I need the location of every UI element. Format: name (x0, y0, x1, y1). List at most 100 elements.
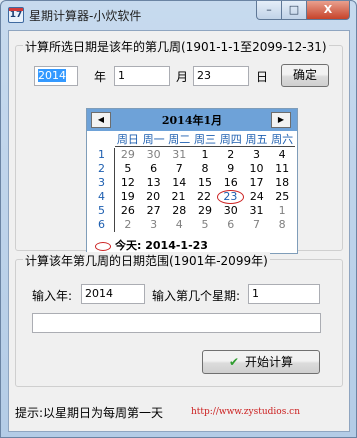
calendar-day[interactable]: 12 (115, 176, 141, 190)
weekday-label: 周一 (142, 133, 165, 146)
confirm-button[interactable]: 确定 (281, 64, 329, 87)
calendar-day[interactable]: 24 (244, 190, 269, 204)
start-calculate-button[interactable]: ✔ 开始计算 (202, 350, 320, 374)
month-label: 月 (176, 70, 189, 84)
week-number: 4 (98, 190, 105, 203)
weekday-label: 周三 (194, 133, 217, 146)
calendar-day[interactable]: 5 (192, 218, 218, 232)
calendar-week-row: 12 13 14 15 16 17 18 (115, 176, 295, 190)
checkmark-icon: ✔ (228, 355, 240, 369)
week-number: 1 (98, 148, 105, 161)
week-number: 2 (98, 162, 105, 175)
week-number: 6 (98, 218, 105, 231)
calendar-icon: 17 (8, 7, 24, 23)
week-range-legend: 计算该年第几周的日期范围(1901年-2099年) (23, 252, 270, 269)
calendar-day-grid: 29 30 31 1 2 3 4 5 6 7 8 9 10 11 12 13 1… (115, 148, 295, 232)
calendar-week-row: 5 6 7 8 9 10 11 (115, 162, 295, 176)
title-bar[interactable]: 17 星期计算器-小炊软件 – □ X (1, 1, 356, 29)
week-of-date-group: 计算所选日期是该年的第几周(1901-1-1至2099-12-31) 2014 … (15, 38, 343, 254)
calendar-month-title[interactable]: 2014年1月 (127, 112, 257, 128)
calendar-day[interactable]: 3 (141, 218, 167, 232)
week-number: 3 (98, 176, 105, 189)
input-week-label: 输入第几个星期: (152, 289, 241, 303)
calendar-week-row: 2 3 4 5 6 7 8 (115, 218, 295, 232)
calendar-day[interactable]: 2 (218, 148, 244, 162)
day-label: 日 (256, 70, 269, 84)
calendar-day[interactable]: 4 (269, 148, 295, 162)
week-number-column: 1 2 3 4 5 6 (89, 148, 115, 232)
calendar-day[interactable]: 30 (141, 148, 167, 162)
day-input[interactable]: 23 (193, 66, 249, 86)
calendar-day[interactable]: 28 (166, 204, 192, 218)
calendar-day[interactable]: 30 (218, 204, 244, 218)
weekday-header-row: 周日 周一 周二 周三 周四 周五 周六 (115, 133, 295, 147)
calendar-day-selected[interactable]: 23 (216, 190, 245, 204)
calendar-day[interactable]: 22 (191, 190, 216, 204)
calendar-day[interactable]: 19 (115, 190, 140, 204)
calendar-day[interactable]: 10 (244, 162, 270, 176)
start-calculate-label: 开始计算 (245, 355, 294, 369)
calendar-week-row: 26 27 28 29 30 31 1 (115, 204, 295, 218)
week-number-input[interactable]: 1 (248, 284, 320, 304)
year-label: 年 (94, 70, 107, 84)
calendar-day[interactable]: 31 (244, 204, 270, 218)
weekday-label: 周六 (271, 133, 294, 146)
website-link[interactable]: http://www.zystudios.cn (191, 407, 300, 417)
weekday-label: 周日 (116, 133, 139, 146)
calendar-day[interactable]: 20 (140, 190, 165, 204)
month-calendar[interactable]: ◀ 2014年1月 ▶ 周日 周一 周二 周三 周四 周五 周六 1 2 3 4… (86, 108, 298, 254)
maximize-button[interactable]: □ (282, 1, 307, 20)
calendar-day[interactable]: 6 (141, 162, 167, 176)
calendar-day[interactable]: 5 (115, 162, 141, 176)
calendar-header: ◀ 2014年1月 ▶ (87, 109, 297, 131)
calendar-day[interactable]: 16 (218, 176, 244, 190)
hint-text: 提示:以星期日为每周第一天 (15, 406, 164, 420)
calendar-day[interactable]: 8 (269, 218, 295, 232)
calendar-day[interactable]: 11 (269, 162, 295, 176)
calendar-day[interactable]: 29 (115, 148, 141, 162)
result-field[interactable] (32, 313, 321, 333)
calendar-today-link[interactable]: 今天: 2014-1-23 (95, 237, 208, 253)
week-range-group: 计算该年第几周的日期范围(1901年-2099年) 输入年: 2014 输入第几… (15, 252, 343, 387)
calendar-day[interactable]: 8 (192, 162, 218, 176)
close-button[interactable]: X (307, 1, 350, 20)
minimize-button[interactable]: – (256, 1, 282, 20)
today-circle-icon (95, 241, 111, 251)
calendar-week-row: 29 30 31 1 2 3 4 (115, 148, 295, 162)
next-month-icon[interactable]: ▶ (271, 112, 291, 128)
calendar-day[interactable]: 29 (192, 204, 218, 218)
year-input[interactable]: 2014 (34, 66, 78, 86)
calendar-day[interactable]: 17 (244, 176, 270, 190)
calendar-day[interactable]: 27 (141, 204, 167, 218)
calendar-day[interactable]: 6 (218, 218, 244, 232)
app-window: 17 星期计算器-小炊软件 – □ X 计算所选日期是该年的第几周(1901-1… (0, 0, 357, 438)
calendar-day[interactable]: 15 (192, 176, 218, 190)
calendar-day[interactable]: 7 (244, 218, 270, 232)
year-input-value: 2014 (38, 69, 66, 82)
calendar-day[interactable]: 21 (166, 190, 191, 204)
calendar-day[interactable]: 18 (269, 176, 295, 190)
calendar-day[interactable]: 2 (115, 218, 141, 232)
calendar-day[interactable]: 13 (141, 176, 167, 190)
calendar-day[interactable]: 3 (244, 148, 270, 162)
calendar-day[interactable]: 1 (269, 204, 295, 218)
calendar-day[interactable]: 31 (166, 148, 192, 162)
week-of-date-legend: 计算所选日期是该年的第几周(1901-1-1至2099-12-31) (23, 38, 329, 55)
prev-month-icon[interactable]: ◀ (91, 112, 111, 128)
calendar-day[interactable]: 1 (192, 148, 218, 162)
window-controls: – □ X (256, 1, 350, 21)
range-year-input[interactable]: 2014 (81, 284, 145, 304)
calendar-week-row: 19 20 21 22 23 24 25 (115, 190, 295, 204)
calendar-day[interactable]: 7 (166, 162, 192, 176)
weekday-label: 周五 (245, 133, 268, 146)
calendar-day[interactable]: 4 (166, 218, 192, 232)
calendar-day[interactable]: 9 (218, 162, 244, 176)
window-title: 星期计算器-小炊软件 (29, 9, 142, 23)
calendar-day[interactable]: 26 (115, 204, 141, 218)
today-text: 今天: 2014-1-23 (115, 239, 208, 252)
calendar-day[interactable]: 25 (270, 190, 295, 204)
client-area: 计算所选日期是该年的第几周(1901-1-1至2099-12-31) 2014 … (8, 30, 350, 432)
calendar-day[interactable]: 14 (166, 176, 192, 190)
weekday-label: 周二 (168, 133, 191, 146)
month-input[interactable]: 1 (114, 66, 170, 86)
